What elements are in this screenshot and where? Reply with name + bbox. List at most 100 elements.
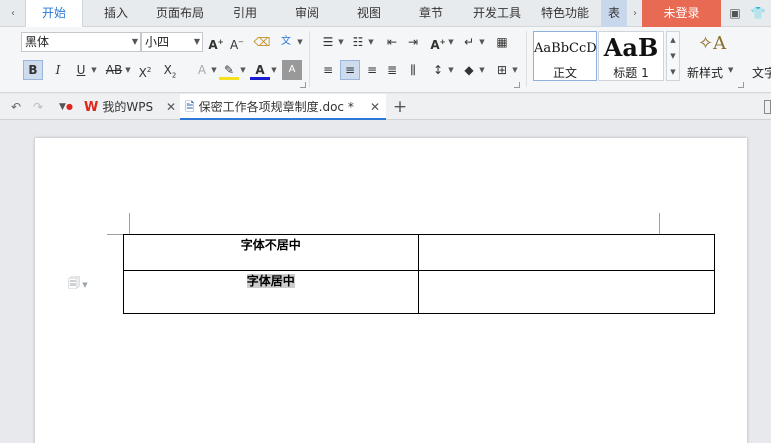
panel-toggle-icon[interactable]	[764, 100, 771, 114]
chevron-down-icon[interactable]: ▼	[90, 60, 98, 80]
table-row: 字体居中	[123, 270, 715, 314]
grow-font-icon[interactable]: A+	[206, 32, 226, 52]
numbered-list-icon[interactable]: ☷	[348, 32, 368, 52]
tab-references[interactable]: 引用	[222, 0, 268, 27]
style-heading-1[interactable]: AaB 标题 1	[598, 31, 664, 81]
chevron-down-icon[interactable]: ▼	[478, 32, 486, 52]
document-table[interactable]: 字体不居中 字体居中	[123, 234, 715, 314]
chevron-down-icon[interactable]: ▼	[210, 60, 218, 80]
chevron-down-icon[interactable]: ▼	[337, 32, 345, 52]
tab-current-document[interactable]: 🗎 保密工作各项规章制度.doc * ✕	[180, 94, 386, 120]
clear-format-icon[interactable]: ⌫	[252, 32, 272, 52]
shrink-font-icon[interactable]: A−	[227, 32, 247, 52]
align-left-icon[interactable]: ≡	[318, 60, 338, 80]
style-heading-1-preview: AaB	[603, 33, 659, 62]
close-icon[interactable]: ✕	[370, 94, 380, 120]
justify-icon[interactable]: ≣	[382, 60, 402, 80]
tab-developer[interactable]: 开发工具	[467, 0, 527, 27]
wps-logo-icon: W	[84, 100, 99, 115]
skin-icon[interactable]: 👕	[750, 5, 766, 21]
login-button[interactable]: 未登录	[642, 0, 721, 27]
font-size-value: 小四	[145, 35, 170, 49]
quick-access-dropdown-icon[interactable]: ▼●	[56, 97, 76, 117]
chevron-down-icon[interactable]: ▼	[447, 32, 455, 52]
chevron-down-icon[interactable]: ▼	[296, 32, 304, 52]
style-normal-label: 正文	[552, 66, 577, 80]
tab-insert[interactable]: 插入	[92, 0, 140, 27]
bullet-list-icon[interactable]: ☰	[318, 32, 338, 52]
phonetic-guide-icon[interactable]: 文	[276, 32, 296, 52]
table-cell[interactable]: 字体不居中	[123, 234, 419, 271]
doc-file-icon: 🗎	[185, 100, 195, 114]
tab-home[interactable]: 开始	[25, 0, 83, 28]
font-size-combo[interactable]: 小四 ▼	[141, 32, 203, 52]
document-area: 字体不居中 字体居中 🗐 ▼	[0, 121, 771, 443]
highlight-icon[interactable]: ✎	[219, 60, 239, 80]
new-tab-icon[interactable]: +	[390, 97, 410, 117]
align-center-icon[interactable]: ≡	[340, 60, 360, 80]
paragraph-marker-icon[interactable]: 🗐 ▼	[68, 274, 96, 290]
margin-mark	[659, 213, 660, 234]
tab-table[interactable]: 表	[601, 0, 627, 27]
tab-chapter[interactable]: 章节	[408, 0, 454, 27]
underline-icon[interactable]: U	[71, 60, 91, 80]
text-effect-icon[interactable]: A	[192, 60, 212, 80]
font-name-combo[interactable]: 黑体 ▼	[21, 32, 141, 52]
line-spacing-icon[interactable]: ↕	[428, 60, 448, 80]
tab-my-wps-label: 我的WPS	[102, 100, 154, 114]
increase-indent-icon[interactable]: ⇥	[403, 32, 423, 52]
chevron-down-icon[interactable]: ▼	[447, 60, 455, 80]
align-right-icon[interactable]: ≡	[362, 60, 382, 80]
document-tabs-bar: ↶ ↷ ▼● W 我的WPS ✕ 🗎 保密工作各项规章制度.doc * ✕ +	[0, 94, 771, 120]
chevron-down-icon[interactable]: ▼	[478, 60, 486, 80]
styles-dialog-launcher[interactable]	[738, 82, 744, 88]
change-case-icon[interactable]: A+	[428, 32, 448, 52]
show-marks-icon[interactable]: ↵	[459, 32, 479, 52]
undo-icon[interactable]: ↶	[6, 97, 26, 117]
tab-current-document-label: 保密工作各项规章制度.doc *	[198, 100, 354, 114]
table-icon[interactable]: ▦	[492, 32, 512, 52]
tab-page-layout[interactable]: 页面布局	[148, 0, 212, 27]
close-icon[interactable]: ✕	[166, 94, 176, 120]
tab-review[interactable]: 审阅	[284, 0, 330, 27]
style-normal[interactable]: AaBbCcD 正文	[533, 31, 597, 81]
bold-icon[interactable]: B	[23, 60, 43, 80]
char-shading-icon[interactable]: A	[282, 60, 302, 80]
ribbon: 黑体 ▼ 小四 ▼ A+ A− ⌫ 文 ▼ B I U ▼ AB ▼ X2 X2…	[0, 27, 771, 93]
italic-icon[interactable]: I	[48, 60, 68, 80]
chevron-down-icon[interactable]: ▼	[270, 60, 278, 80]
styles-scroll[interactable]: ▲ ▼ ▼	[666, 31, 680, 81]
subscript-icon[interactable]: X2	[160, 60, 180, 80]
chevron-down-icon: ▼	[193, 37, 200, 46]
document-page[interactable]: 字体不居中 字体居中	[35, 138, 747, 443]
tab-my-wps[interactable]: W 我的WPS ✕	[80, 94, 178, 120]
chevron-down-icon: ▼	[131, 37, 138, 46]
chevron-down-icon[interactable]: ▼	[367, 32, 375, 52]
distribute-icon[interactable]: ⫼	[403, 60, 423, 80]
new-style-button[interactable]: ✧A 新样式 ▼	[684, 31, 736, 81]
font-name-value: 黑体	[25, 35, 50, 49]
chevron-down-icon[interactable]: ▼	[124, 60, 132, 80]
text-tool-button[interactable]: 文字	[752, 64, 771, 81]
paragraph-dialog-launcher[interactable]	[514, 82, 520, 88]
shading-icon[interactable]: ◆	[459, 60, 479, 80]
chevron-down-icon[interactable]: ▼	[239, 60, 247, 80]
superscript-icon[interactable]: X2	[135, 60, 155, 80]
table-cell[interactable]	[417, 234, 715, 271]
tab-special[interactable]: 特色功能	[535, 0, 595, 27]
separator	[526, 31, 527, 87]
redo-icon[interactable]: ↷	[28, 97, 48, 117]
borders-icon[interactable]: ⊞	[492, 60, 512, 80]
font-dialog-launcher[interactable]	[300, 82, 306, 88]
tab-view[interactable]: 视图	[346, 0, 392, 27]
decrease-indent-icon[interactable]: ⇤	[382, 32, 402, 52]
minimize-box-icon[interactable]: ▣	[727, 5, 743, 21]
chevron-down-icon[interactable]: ▼	[511, 60, 519, 80]
font-color-icon[interactable]: A	[250, 60, 270, 80]
strikethrough-icon[interactable]: AB	[102, 60, 126, 80]
table-cell[interactable]: 字体居中	[123, 270, 419, 314]
scroll-right-icon[interactable]: ›	[628, 0, 642, 27]
scroll-left-icon[interactable]: ‹	[6, 0, 20, 27]
table-cell[interactable]	[417, 270, 715, 314]
new-style-label: 新样式	[687, 66, 724, 80]
